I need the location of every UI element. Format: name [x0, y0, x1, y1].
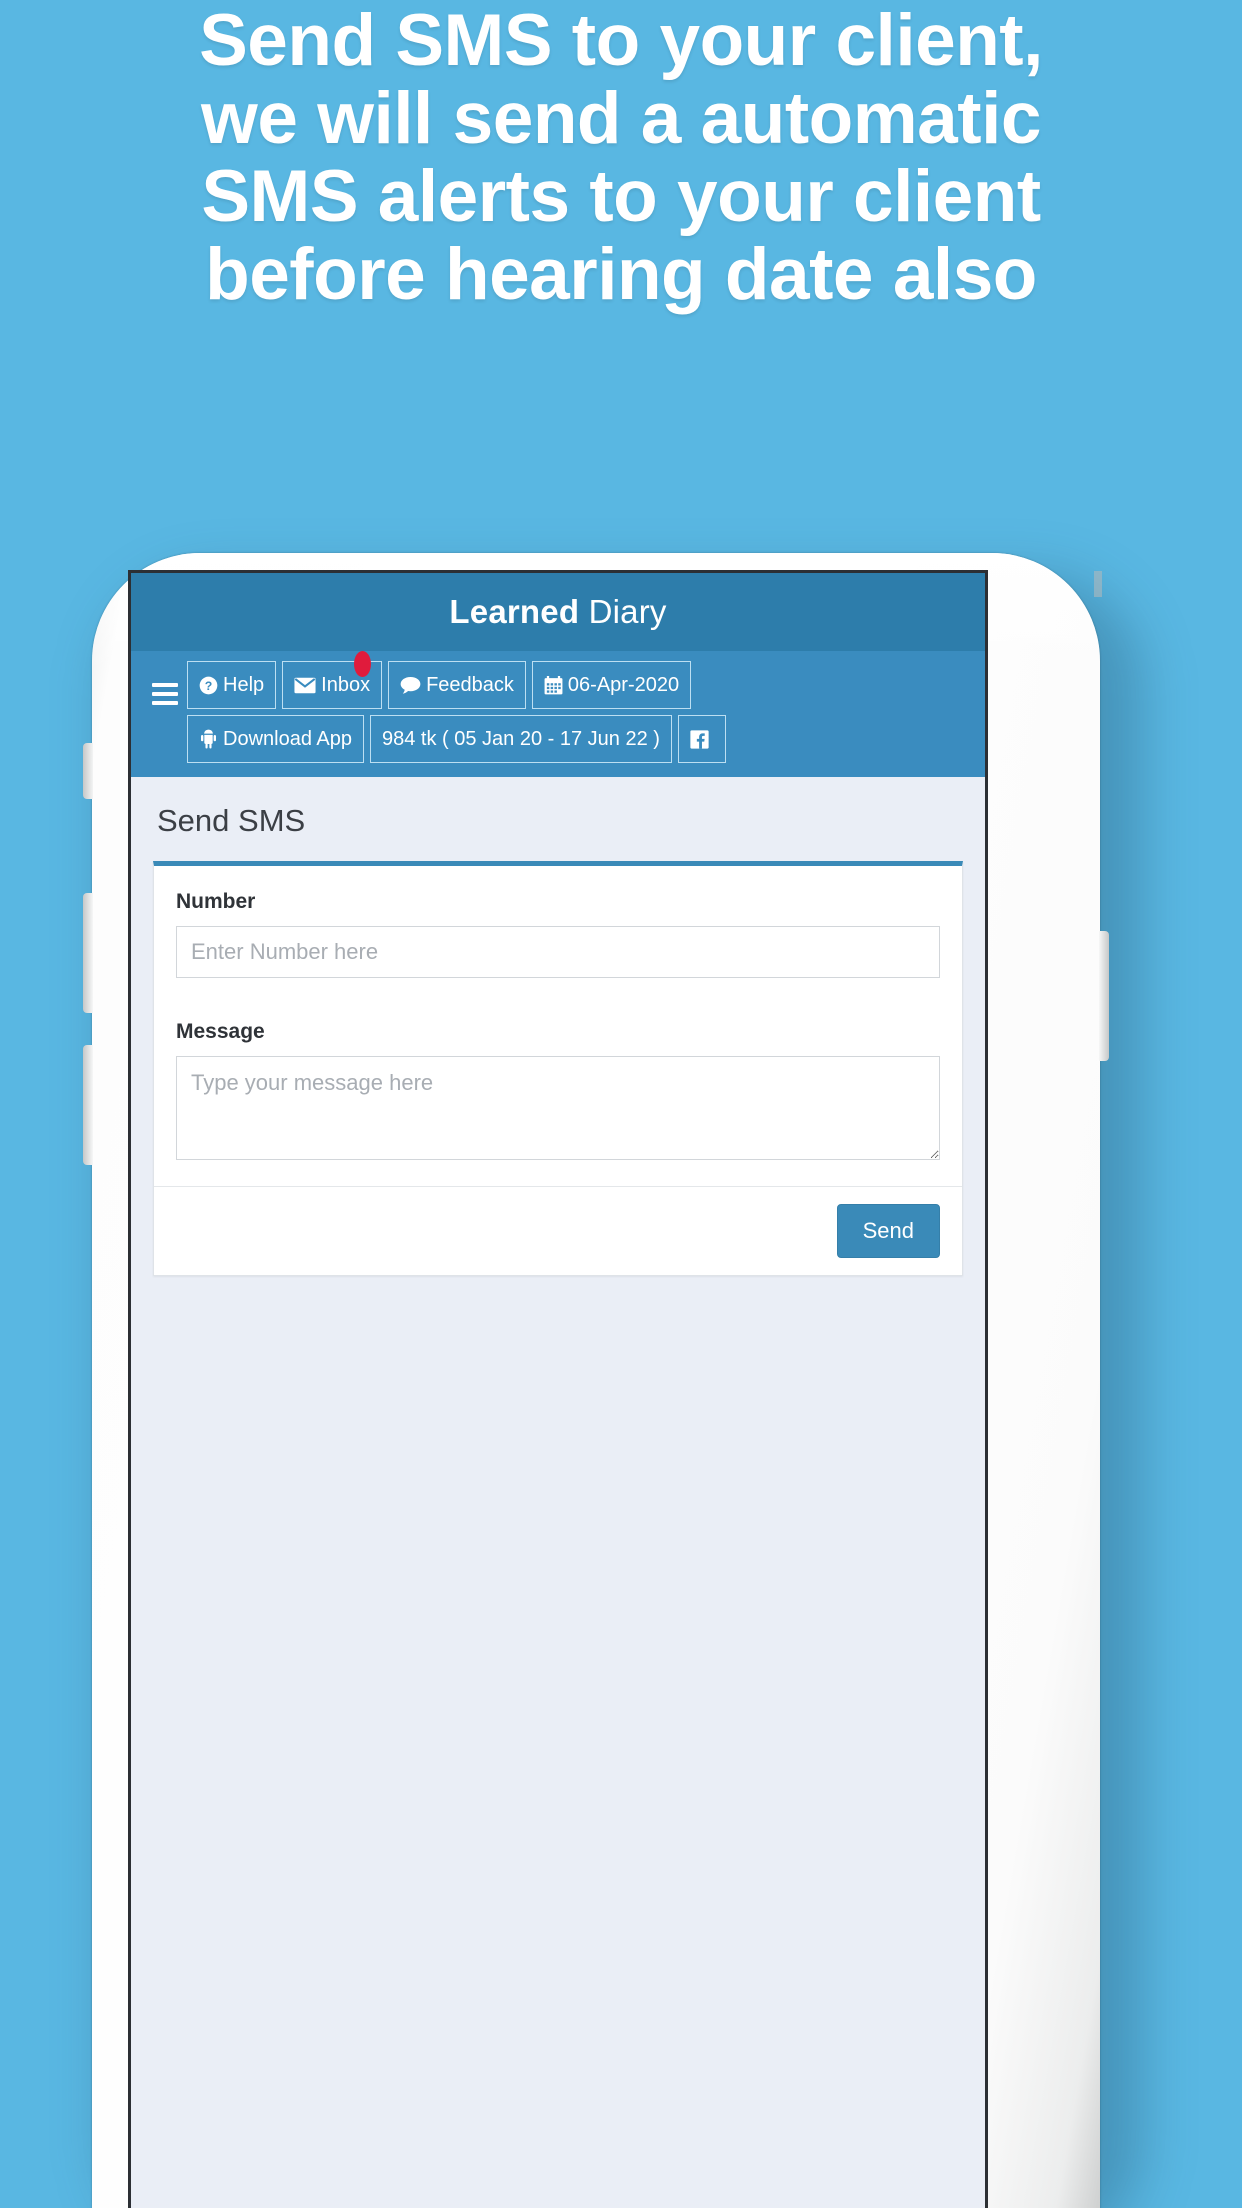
app-viewport: Learned Diary ? Help Inbox Feedback 06-A…: [131, 573, 985, 2208]
nav-inbox-label: Inbox: [321, 674, 371, 696]
app-navbar: ? Help Inbox Feedback 06-Apr-2020 Downlo…: [131, 651, 985, 777]
promo-headline-line-2: we will send a automatic: [201, 78, 1041, 159]
nav-button-rows: ? Help Inbox Feedback 06-Apr-2020 Downlo…: [187, 651, 973, 763]
message-textarea[interactable]: [176, 1056, 940, 1160]
question-circle-icon: ?: [199, 676, 218, 695]
promo-headline-line-3: SMS alerts to your client: [201, 156, 1041, 237]
app-titlebar: Learned Diary: [131, 573, 985, 651]
nav-download-app-button[interactable]: Download App: [187, 715, 364, 763]
nav-feedback-button[interactable]: Feedback: [388, 661, 526, 709]
promo-headline-line-1: Send SMS to your client,: [199, 0, 1043, 81]
nav-row-secondary: Download App 984 tk ( 05 Jan 20 - 17 Jun…: [187, 715, 973, 763]
app-brand-light: Diary: [579, 593, 667, 630]
nav-facebook-button[interactable]: [677, 715, 726, 763]
nav-date-label: 06-Apr-2020: [567, 674, 680, 696]
hamburger-bar: [152, 683, 178, 687]
app-brand-title: Learned Diary: [449, 593, 666, 631]
send-button[interactable]: Send: [836, 1204, 940, 1258]
page-title: Send SMS: [157, 803, 306, 838]
power-button[interactable]: [1099, 931, 1109, 1061]
promo-headline-line-4: before hearing date also: [205, 234, 1037, 315]
nav-balance-label: 984 tk ( 05 Jan 20 - 17 Jun 22 ): [381, 728, 660, 750]
nav-date-button[interactable]: 06-Apr-2020: [531, 661, 692, 709]
message-field-label: Message: [176, 1020, 265, 1043]
promo-headline: Send SMS to your client, we will send a …: [0, 0, 1242, 314]
svg-text:?: ?: [205, 678, 213, 692]
send-sms-card-footer: Send: [154, 1186, 962, 1275]
nav-feedback-label: Feedback: [426, 674, 514, 696]
hamburger-icon[interactable]: [143, 661, 187, 705]
nav-help-label: Help: [223, 674, 265, 696]
nav-row-primary: ? Help Inbox Feedback 06-Apr-2020: [187, 651, 973, 709]
number-input[interactable]: [176, 926, 940, 978]
nav-inbox-button[interactable]: Inbox: [282, 651, 383, 709]
envelope-icon: [294, 677, 316, 694]
app-content: Send SMS Number Message Send: [131, 777, 985, 1276]
phone-mockup: Learned Diary ? Help Inbox Feedback 06-A…: [83, 553, 1152, 2208]
comment-icon: [400, 676, 421, 695]
nav-help-button[interactable]: ? Help: [187, 661, 277, 709]
send-sms-card-body: Number Message: [154, 866, 962, 1186]
nav-balance-button[interactable]: 984 tk ( 05 Jan 20 - 17 Jun 22 ): [369, 715, 672, 763]
calendar-icon: [544, 675, 563, 695]
sim-tray: [1094, 571, 1102, 597]
phone-screen: Learned Diary ? Help Inbox Feedback 06-A…: [128, 570, 988, 2208]
send-sms-card: Number Message Send: [153, 861, 963, 1276]
nav-download-app-label: Download App: [223, 728, 352, 750]
hamburger-bar: [152, 692, 178, 696]
volume-down-button[interactable]: [83, 1045, 93, 1165]
app-brand-bold: Learned: [449, 593, 580, 630]
number-field-label: Number: [176, 890, 256, 913]
hamburger-bar: [152, 701, 178, 705]
silent-switch-button[interactable]: [83, 743, 93, 799]
volume-up-button[interactable]: [83, 893, 93, 1013]
android-icon: [199, 729, 218, 749]
field-spacer: [176, 978, 940, 1020]
facebook-icon: [690, 729, 709, 749]
inbox-badge: [354, 651, 372, 677]
phone-body: Learned Diary ? Help Inbox Feedback 06-A…: [83, 553, 1109, 2208]
